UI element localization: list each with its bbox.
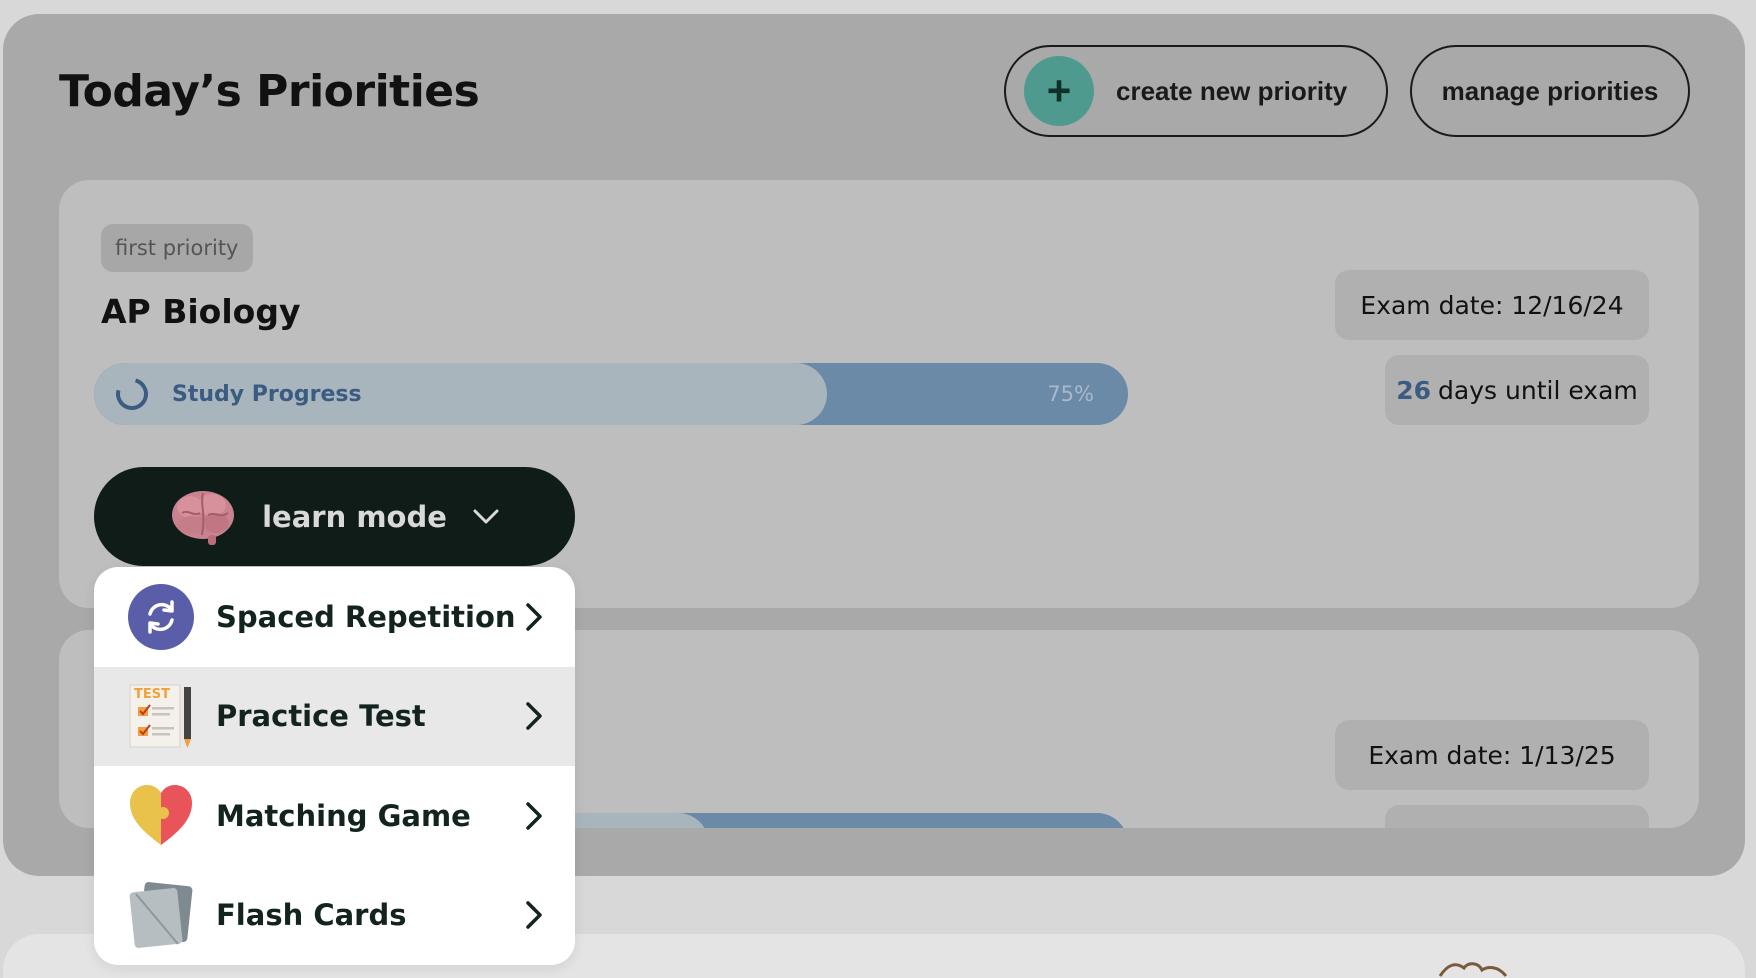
menu-item-label: Matching Game <box>216 798 471 833</box>
chevron-right-icon <box>526 802 542 830</box>
menu-item-practice-test[interactable]: TEST Practice Test <box>94 666 575 766</box>
menu-item-label: Spaced Repetition <box>216 599 516 634</box>
study-progress-percent: 75% <box>1047 382 1094 406</box>
menu-item-matching-game[interactable]: Matching Game <box>94 766 575 866</box>
svg-text:TEST: TEST <box>134 687 170 702</box>
menu-item-flash-cards[interactable]: Flash Cards <box>94 866 575 966</box>
days-until-exam-box <box>1385 805 1649 828</box>
exam-date-box: Exam date: 12/16/24 <box>1335 270 1649 340</box>
plus-icon: + <box>1024 56 1094 126</box>
menu-item-label: Flash Cards <box>216 898 407 933</box>
chevron-right-icon <box>526 603 542 631</box>
learn-mode-menu: Spaced Repetition TEST Practice Test Mat… <box>94 567 575 965</box>
create-priority-label: create new priority <box>1116 75 1348 106</box>
learn-mode-label: learn mode <box>262 499 447 534</box>
test-sheet-icon: TEST <box>129 684 191 749</box>
study-progress-bar: Study Progress 75% <box>94 363 1128 425</box>
priority-tag: first priority <box>101 224 253 272</box>
course-title: AP Biology <box>101 292 301 331</box>
menu-item-label: Practice Test <box>216 699 426 734</box>
flash-cards-icon <box>129 882 193 949</box>
brain-icon <box>172 490 235 545</box>
chevron-right-icon <box>526 901 542 929</box>
page-title: Today’s Priorities <box>59 66 480 117</box>
doodle-icon <box>1438 962 1508 977</box>
chevron-right-icon <box>526 702 542 730</box>
refresh-icon <box>128 583 194 650</box>
heart-puzzle-icon <box>130 784 192 845</box>
progress-spinner-icon <box>110 372 154 416</box>
menu-item-spaced-repetition[interactable]: Spaced Repetition <box>94 567 575 667</box>
days-until-exam-box: 26 days until exam <box>1385 355 1649 425</box>
study-progress-label: Study Progress <box>172 381 362 407</box>
exam-date-box: Exam date: 1/13/25 <box>1335 720 1649 790</box>
days-until-label: days until exam <box>1438 375 1638 405</box>
create-priority-button[interactable]: + create new priority <box>1004 45 1388 137</box>
days-until-count: 26 <box>1396 375 1432 405</box>
chevron-down-icon <box>473 509 499 523</box>
learn-mode-button[interactable]: learn mode <box>94 467 575 566</box>
manage-priorities-button[interactable]: manage priorities <box>1410 45 1690 137</box>
